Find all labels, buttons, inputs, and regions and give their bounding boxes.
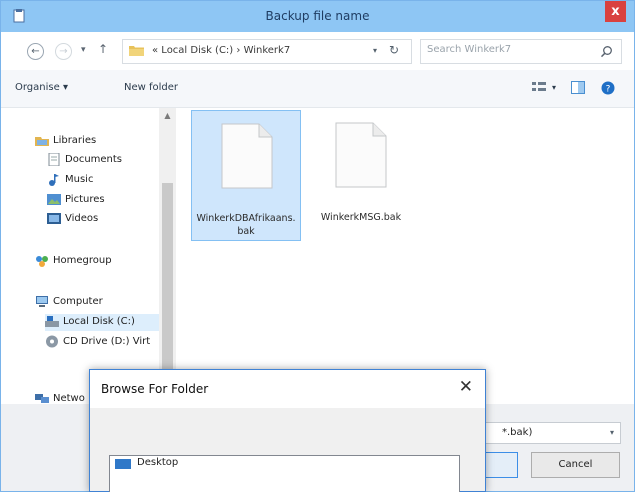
file-name: WinkerkDBAfrikaans.bak: [196, 213, 296, 237]
cancel-button[interactable]: Cancel: [531, 452, 620, 478]
file-icon: [335, 122, 387, 188]
back-button[interactable]: ←: [27, 43, 44, 60]
help-icon[interactable]: ?: [601, 81, 615, 95]
sidebar-item-local-disk[interactable]: Local Disk (C:): [45, 314, 159, 331]
address-bar: ← → ▾ ↑ « Local Disk (C:) › Winkerk7 ▾ ↻: [1, 32, 634, 70]
view-dropdown-icon[interactable]: ▾: [552, 83, 556, 92]
folder-icon: [129, 46, 144, 56]
chevron-down-icon[interactable]: ▾: [610, 428, 614, 437]
file-item[interactable]: WinkerkDBAfrikaans.bak: [191, 110, 301, 241]
close-icon[interactable]: ✕: [459, 377, 473, 397]
videos-icon: [47, 213, 61, 224]
organise-button[interactable]: Organise ▾: [15, 82, 68, 93]
refresh-icon[interactable]: ↻: [389, 43, 399, 57]
libraries-icon: [35, 137, 49, 146]
forward-button[interactable]: →: [55, 43, 72, 60]
homegroup-icon: [36, 256, 48, 267]
sidebar-scrollbar[interactable]: ▲: [159, 108, 176, 404]
file-type-select[interactable]: *.bak) ▾: [475, 422, 621, 444]
browse-folder-title: Browse For Folder: [101, 382, 209, 396]
file-item[interactable]: WinkerkMSG.bak: [306, 110, 416, 241]
music-icon: [49, 174, 59, 186]
up-arrow-icon[interactable]: ↑: [98, 42, 108, 56]
file-list: WinkerkDBAfrikaans.bak WinkerkMSG.bak: [176, 108, 634, 364]
close-button[interactable]: x: [605, 1, 626, 22]
computer-icon: [36, 296, 48, 307]
file-name: WinkerkMSG.bak: [320, 212, 402, 223]
folder-tree[interactable]: Desktop: [109, 455, 460, 492]
view-options-icon[interactable]: [532, 81, 546, 93]
svg-text:?: ?: [606, 85, 611, 95]
scroll-up-icon[interactable]: ▲: [159, 111, 176, 120]
scrollbar-thumb[interactable]: [162, 183, 173, 373]
recent-locations-icon[interactable]: ▾: [81, 45, 86, 55]
tree-item-desktop[interactable]: Desktop: [137, 457, 178, 468]
desktop-icon: [115, 459, 131, 469]
preview-pane-icon[interactable]: [571, 81, 585, 94]
command-bar: Organise ▾ New folder ▾ ?: [1, 70, 634, 108]
file-icon: [221, 123, 273, 189]
file-type-value: *.bak): [502, 427, 533, 438]
pictures-icon: [47, 194, 61, 205]
browse-folder-title-bar: Browse For Folder ✕: [90, 370, 485, 408]
search-icon[interactable]: [600, 45, 613, 58]
title-bar: Backup file name x: [1, 1, 634, 32]
browse-folder-dialog: Browse For Folder ✕ Desktop: [89, 369, 486, 492]
new-folder-button[interactable]: New folder: [124, 82, 178, 93]
local-disk-icon: [45, 316, 59, 327]
breadcrumb[interactable]: « Local Disk (C:) › Winkerk7: [152, 45, 290, 56]
documents-icon: [48, 153, 60, 166]
cd-drive-icon: [46, 335, 58, 348]
window-title: Backup file name: [265, 9, 370, 23]
search-input[interactable]: [427, 44, 587, 55]
address-box[interactable]: « Local Disk (C:) › Winkerk7 ▾ ↻: [122, 39, 412, 64]
navigation-pane: Libraries Documents Music Pictures Video…: [1, 108, 176, 404]
search-box[interactable]: [420, 39, 622, 64]
address-dropdown-icon[interactable]: ▾: [373, 46, 377, 55]
